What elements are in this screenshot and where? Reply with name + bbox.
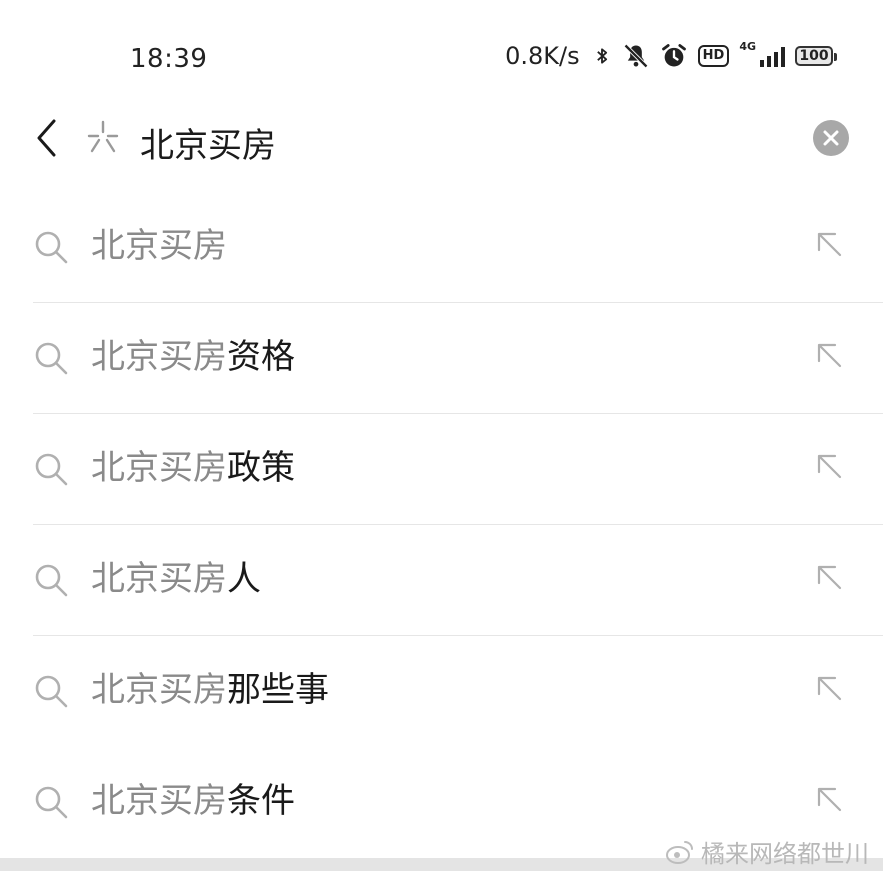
battery-icon: 100 — [795, 46, 837, 66]
search-input[interactable]: 北京买房 — [140, 118, 276, 167]
network-type: 4G — [739, 39, 756, 53]
watermark-text: 橘来网络都世川 — [701, 840, 869, 868]
suggestion-prefix: 北京买房 — [91, 670, 227, 710]
suggestion-prefix: 北京买房 — [91, 448, 227, 488]
suggestion-prefix: 北京买房 — [91, 226, 227, 266]
signal-icon — [760, 45, 785, 67]
fill-arrow-icon[interactable] — [813, 228, 845, 260]
suggestion-text: 北京买房资格 — [91, 335, 295, 379]
suggestion-text: 北京买房人 — [91, 557, 261, 601]
suggestion-suffix: 那些事 — [227, 670, 329, 710]
search-icon — [35, 786, 68, 819]
fill-arrow-icon[interactable] — [813, 561, 845, 593]
suggestion-suffix: 条件 — [227, 781, 295, 821]
fill-arrow-icon[interactable] — [813, 339, 845, 371]
status-time: 18:39 — [130, 44, 208, 74]
suggestion-text: 北京买房那些事 — [91, 668, 329, 712]
status-icons: 0.8K/s HD 4G 100 — [505, 39, 837, 70]
suggestion-prefix: 北京买房 — [91, 559, 227, 599]
fill-arrow-icon[interactable] — [813, 783, 845, 815]
suggestion-suffix: 政策 — [227, 448, 295, 488]
weibo-logo-icon — [666, 840, 693, 864]
suggestion-text: 北京买房 — [91, 224, 227, 268]
suggestion-item[interactable]: 北京买房政策 — [0, 414, 883, 525]
suggestion-text: 北京买房政策 — [91, 446, 295, 490]
watermark: 橘来网络都世川 — [665, 834, 869, 869]
suggestion-prefix: 北京买房 — [91, 337, 227, 377]
fill-arrow-icon[interactable] — [813, 672, 845, 704]
suggestion-item[interactable]: 北京买房那些事 — [0, 636, 883, 747]
search-icon — [35, 675, 68, 708]
chevron-left-icon — [37, 119, 56, 157]
clear-button[interactable] — [813, 120, 849, 156]
suggestion-list: 北京买房 北京买房资格 北京买房政策 北京买房人 北京买房那些事 北京买房条件 — [0, 192, 883, 858]
suggestion-item[interactable]: 北京买房 — [0, 192, 883, 303]
battery-level: 100 — [799, 48, 829, 64]
search-icon — [35, 564, 68, 597]
mute-icon — [623, 44, 648, 68]
suggestion-suffix: 人 — [227, 559, 261, 599]
search-icon — [35, 453, 68, 486]
suggestion-prefix: 北京买房 — [91, 781, 227, 821]
suggestion-item[interactable]: 北京买房资格 — [0, 303, 883, 414]
fill-arrow-icon[interactable] — [813, 450, 845, 482]
suggestion-suffix: 资格 — [227, 337, 295, 377]
search-header: 北京买房 — [0, 100, 883, 180]
search-icon — [35, 231, 68, 264]
bluetooth-icon — [596, 48, 607, 64]
clear-icon — [823, 130, 839, 146]
hd-icon: HD — [697, 45, 730, 67]
spark-icon — [87, 120, 119, 153]
suggestion-item[interactable]: 北京买房人 — [0, 525, 883, 636]
search-icon — [35, 342, 68, 375]
suggestion-text: 北京买房条件 — [91, 779, 295, 823]
back-button[interactable] — [26, 116, 66, 160]
alarm-icon — [661, 44, 686, 67]
network-speed: 0.8K/s — [505, 42, 580, 70]
status-bar: 18:39 0.8K/s HD 4G 100 — [0, 0, 883, 100]
